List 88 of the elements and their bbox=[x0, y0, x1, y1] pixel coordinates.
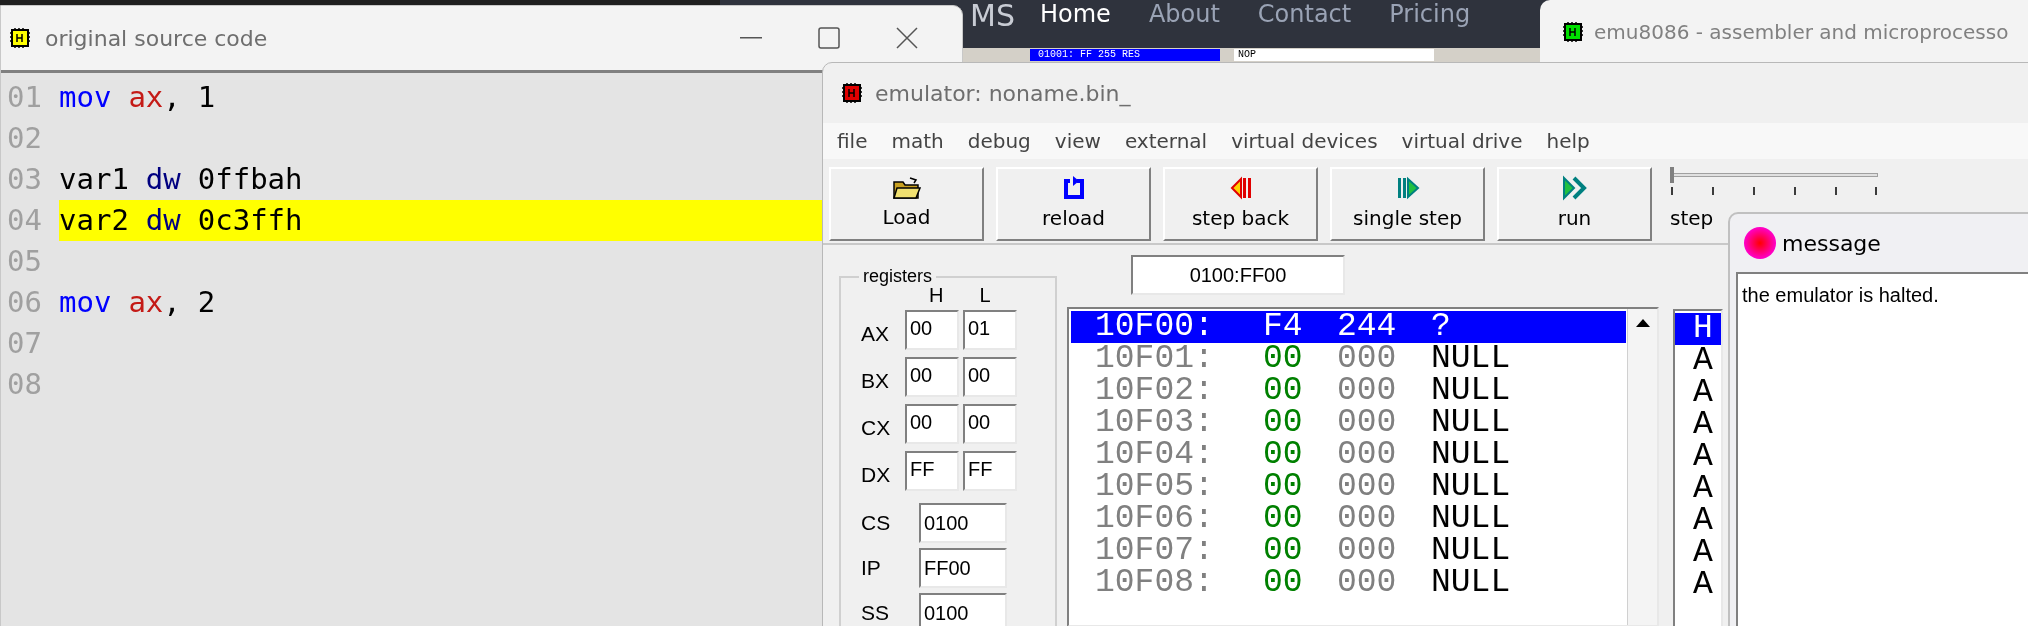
menu-item[interactable]: help bbox=[1546, 126, 1590, 156]
site-logo: MS bbox=[970, 0, 1015, 32]
register-field[interactable]: 00 bbox=[905, 404, 959, 444]
chip-icon bbox=[1562, 20, 1584, 43]
nav-link[interactable]: Home bbox=[1040, 0, 1111, 28]
menu-item[interactable]: math bbox=[891, 126, 944, 156]
register-label: CX bbox=[860, 415, 892, 442]
line-number: 02 bbox=[6, 120, 43, 157]
line-number: 03 bbox=[6, 161, 43, 198]
slider-thumb[interactable] bbox=[1670, 167, 1674, 183]
toolbar-button[interactable]: reload bbox=[996, 167, 1151, 241]
toolbar-button[interactable]: run bbox=[1497, 167, 1652, 241]
disassembly-row[interactable]: A bbox=[1675, 505, 1721, 537]
folder-icon bbox=[891, 176, 922, 200]
register-field[interactable]: 0100 bbox=[919, 593, 1007, 626]
line-number: 05 bbox=[6, 243, 43, 280]
scrollbar[interactable] bbox=[1627, 309, 1657, 625]
register-label: AX bbox=[860, 321, 890, 348]
slider-label: step bbox=[1670, 205, 1715, 232]
window-title: original source code bbox=[45, 24, 268, 53]
register-field[interactable]: FF00 bbox=[919, 548, 1007, 588]
memory-row[interactable]: 10F01: 00 000 NULL bbox=[1071, 343, 1626, 375]
disassembly-row[interactable]: A bbox=[1675, 377, 1721, 409]
register-field[interactable]: 00 bbox=[905, 310, 959, 350]
code-line: mov ax, 1 bbox=[59, 79, 217, 116]
line-number: 06 bbox=[6, 284, 43, 321]
register-field[interactable]: FF bbox=[905, 451, 959, 491]
disassembly-row[interactable]: A bbox=[1675, 537, 1721, 569]
maximize-icon[interactable] bbox=[818, 27, 840, 49]
memory-row[interactable]: 10F05: 00 000 NULL bbox=[1071, 471, 1626, 503]
window-title: emu8086 - assembler and microprocesso bbox=[1594, 18, 2009, 46]
nav-link[interactable]: About bbox=[1148, 0, 1220, 28]
memory-row[interactable]: 10F03: 00 000 NULL bbox=[1071, 407, 1626, 439]
register-label: SS bbox=[860, 600, 890, 626]
memory-row[interactable]: 10F04: 00 000 NULL bbox=[1071, 439, 1626, 471]
toolbar-button[interactable]: Load bbox=[829, 167, 984, 241]
nav-link[interactable]: Contact bbox=[1257, 0, 1352, 28]
memory-row[interactable]: 10F06: 00 000 NULL bbox=[1071, 503, 1626, 535]
register-label: BX bbox=[860, 368, 890, 395]
memory-row[interactable]: 10F00: F4 244 ? bbox=[1071, 311, 1626, 343]
chip-icon bbox=[841, 82, 863, 104]
line-number: 08 bbox=[6, 366, 43, 403]
window-title: emulator: noname.bin_ bbox=[875, 79, 1131, 109]
message-text: the emulator is halted. bbox=[1742, 284, 1939, 306]
window-title: message bbox=[1782, 229, 1881, 258]
register-label: DX bbox=[860, 462, 892, 489]
toolbar-button[interactable]: single step bbox=[1330, 167, 1485, 241]
nav-link[interactable]: Pricing bbox=[1389, 0, 1471, 28]
disassembly-row[interactable]: A bbox=[1675, 569, 1721, 601]
register-label: CS bbox=[860, 510, 892, 537]
code-line: mov ax, 2 bbox=[59, 284, 217, 321]
menu-item[interactable]: external bbox=[1124, 126, 1208, 156]
disassembly-row[interactable]: A bbox=[1675, 473, 1721, 505]
register-field[interactable]: 00 bbox=[905, 357, 959, 397]
memory-row[interactable]: 10F08: 00 000 NULL bbox=[1071, 567, 1626, 599]
memory-row[interactable]: 10F02: 00 000 NULL bbox=[1071, 375, 1626, 407]
menu-item[interactable]: view bbox=[1054, 126, 1101, 156]
menu-item[interactable]: file bbox=[837, 126, 868, 156]
close-icon[interactable] bbox=[896, 27, 918, 49]
toolbar-button[interactable]: step back bbox=[1163, 167, 1318, 241]
speed-slider[interactable] bbox=[1670, 167, 1880, 197]
disassembly-row[interactable]: A bbox=[1675, 345, 1721, 377]
menu-item[interactable]: virtual drive bbox=[1401, 126, 1523, 156]
disassembly-row[interactable]: H bbox=[1675, 313, 1721, 345]
memory-row[interactable]: 10F07: 00 000 NULL bbox=[1071, 535, 1626, 567]
minimize-icon[interactable] bbox=[740, 37, 762, 39]
register-field[interactable]: FF bbox=[963, 451, 1017, 491]
register-field[interactable]: 01 bbox=[963, 310, 1017, 350]
register-field[interactable]: 00 bbox=[963, 357, 1017, 397]
code-line: var1 dw 0ffbah bbox=[59, 161, 304, 198]
menu-item[interactable]: virtual devices bbox=[1231, 126, 1378, 156]
register-field[interactable]: 00 bbox=[963, 404, 1017, 444]
memory-row: 01001: FF 255 RES bbox=[1030, 49, 1220, 61]
line-number: 04 bbox=[6, 202, 43, 239]
code-row: NOP bbox=[1234, 49, 1434, 61]
run-icon bbox=[1560, 175, 1589, 201]
menu-item[interactable]: debug bbox=[967, 126, 1031, 156]
chip-icon bbox=[9, 27, 31, 49]
register-label: IP bbox=[860, 555, 882, 582]
column-header: L bbox=[979, 284, 991, 306]
line-number: 07 bbox=[6, 325, 43, 362]
disassembly-row[interactable]: A bbox=[1675, 441, 1721, 473]
register-field[interactable]: 0100 bbox=[919, 503, 1007, 543]
line-number: 01 bbox=[6, 79, 43, 116]
address-field[interactable]: 0100:FF00 bbox=[1131, 255, 1345, 295]
scroll-up-icon[interactable] bbox=[1635, 319, 1650, 327]
disassembly-row[interactable]: A bbox=[1675, 409, 1721, 441]
dot-icon bbox=[1744, 227, 1776, 259]
